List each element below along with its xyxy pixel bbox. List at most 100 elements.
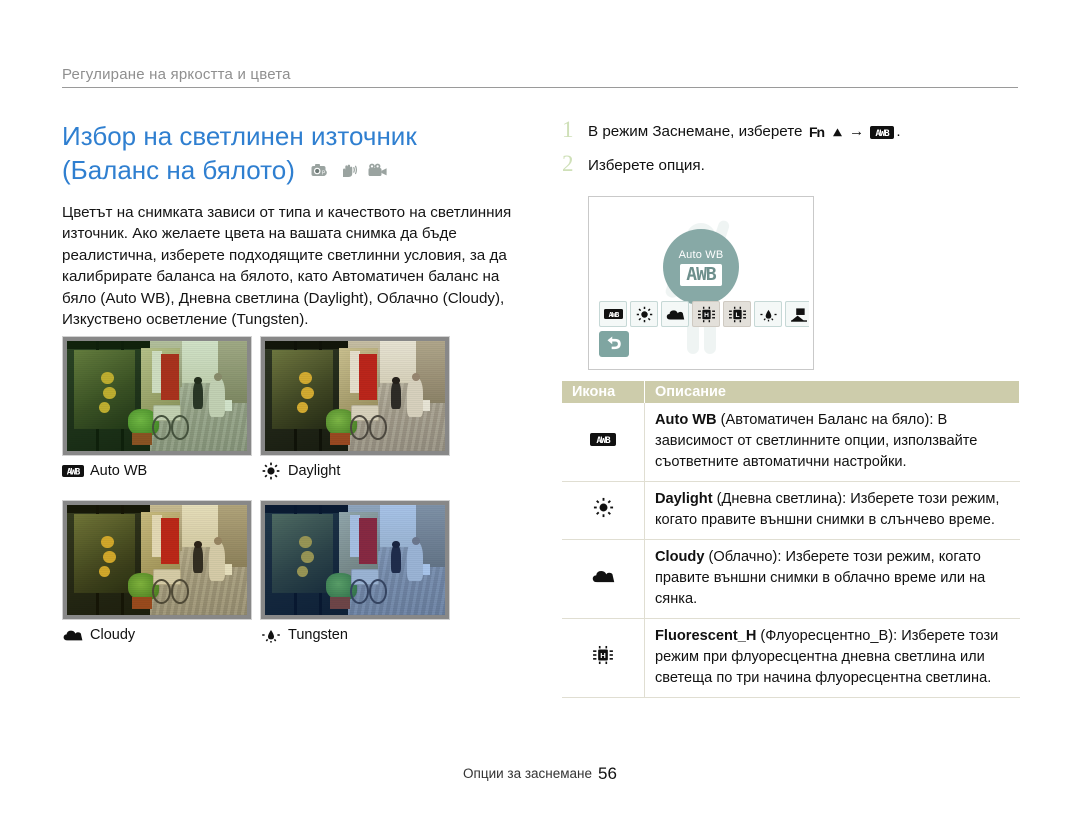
svg-text:Fn: Fn [809,125,825,139]
step-arrow: → [848,123,865,140]
table-row: Cloudy (Облачно): Изберете този режим, к… [562,539,1020,619]
tungsten-icon [759,309,777,321]
sample-photo-auto-wb: AWB Auto WB [62,336,252,481]
manual-page: Регулиране на яркостта и цвета Избор на … [0,0,1080,815]
term-rest: (Облачно): Изберете този режим, когато [704,549,981,565]
term-bold: Auto WB [655,412,717,428]
page-footer: Опции за заснемане 56 [0,764,1080,784]
sample-photo-daylight: Daylight [260,336,450,481]
sample-caption-text: Daylight [288,463,341,479]
table-row: H Fluorescent_H (Флуоресцентно_В): Избер… [562,618,1020,698]
wb-option-fluorescent-h[interactable]: H [692,301,720,327]
svg-text:H: H [600,650,606,659]
table-header-description: Описание [644,381,1020,403]
table-cell-description: Auto WB (Автоматичен Баланс на бяло): В … [644,403,1020,482]
svg-text:AWB: AWB [608,311,618,319]
term-rest: (Дневна светлина): Изберете този [712,491,948,507]
step-text: В режим Заснемане, изберете Fn → AWB . [588,120,901,145]
back-button[interactable] [599,331,629,357]
table-row: AWB Auto WB (Автоматичен Баланс на бяло)… [562,403,1020,482]
svg-text:AWB: AWB [876,129,891,139]
sample-caption-auto-wb: AWB Auto WB [62,461,252,481]
svg-text:AWB: AWB [67,467,80,477]
awb-badge-label: Auto WB [678,248,724,261]
svg-text:H: H [704,311,709,318]
table-cell-icon: H [562,618,645,698]
step-text: Изберете опция. [588,157,705,174]
running-head-text: Регулиране на яркостта и цвета [62,66,291,83]
right-column: 1 В режим Заснемане, изберете Fn → AWB . [562,117,1022,370]
wb-option-tungsten[interactable] [754,301,782,327]
table-cell-description: Cloudy (Облачно): Изберете този режим, к… [644,539,1020,619]
sun-icon [636,306,652,322]
wb-option-awb[interactable]: AWB [599,301,627,327]
cloud-icon [592,570,615,588]
wb-option-fluorescent-l[interactable]: L [723,301,751,327]
steps-list: 1 В режим Заснемане, изберете Fn → AWB . [562,117,1022,176]
table-cell-description: Daylight (Дневна светлина): Изберете тоз… [644,481,1020,540]
sample-photo-cloudy: Cloudy [62,500,252,645]
wb-option-cloudy[interactable] [661,301,689,327]
table-cell-icon: AWB [562,403,645,482]
tungsten-icon [260,627,282,643]
camera-screen-inner: Auto WB AWB AWB H L [593,201,809,365]
intro-paragraph: Цветът на снимката зависи от типа и каче… [62,204,512,329]
step-number: 2 [562,151,574,176]
wb-option-daylight[interactable] [630,301,658,327]
back-arrow-icon [607,336,621,350]
step-2: 2 Изберете опция. [562,151,1022,176]
camera-p-icon: P [311,163,327,176]
sun-icon [260,462,282,480]
awb-badge-code: AWB [680,263,722,286]
term-bold: Cloudy [655,549,705,565]
sample-caption-cloudy: Cloudy [62,625,252,645]
awb-icon: AWB [603,309,623,319]
video-camera-icon [368,163,387,176]
step-number: 1 [562,117,574,142]
step-text-post: . [896,123,901,140]
svg-text:AWB: AWB [596,436,611,446]
step-1: 1 В режим Заснемане, изберете Fn → AWB . [562,117,1022,145]
table-cell-icon [562,539,645,619]
table-row: Daylight (Дневна светлина): Изберете тоз… [562,481,1020,540]
awb-badge: Auto WB AWB [663,229,739,305]
fn-up-icon: Fn [809,124,843,145]
running-head-rule [62,87,1018,88]
sample-caption-tungsten: Tungsten [260,625,450,645]
icon-description-table: Икона Описание AWB Auto WB (Автоматичен … [562,381,1020,698]
hand-shake-icon [343,164,358,177]
awb-icon: AWB [590,432,616,450]
awb-icon: AWB [62,463,84,479]
left-column: Избор на светлинен източник (Баланс на б… [62,120,562,330]
custom-wb-icon [790,307,807,322]
page-title-line1: Избор на светлинен източник [62,121,417,151]
step-text-pre: В режим Заснемане, изберете [588,123,803,140]
fluorescent-h-icon: H [592,645,614,669]
mode-icons: P [311,152,390,184]
page-title: Избор на светлинен източник (Баланс на б… [62,120,562,186]
page-title-line2: (Баланс на бялото) [62,155,295,185]
footer-page-number: 56 [598,764,617,783]
term-desc: правите външни снимки в облачно време ил… [655,570,986,607]
footer-section-text: Опции за заснемане [463,766,593,781]
sample-caption-text: Auto WB [90,463,148,479]
table-header-row: Икона Описание [562,381,1020,403]
sun-icon [593,497,614,522]
wb-option-custom[interactable] [785,301,809,327]
term-rest: (Автоматичен Баланс на бяло): [716,412,934,428]
sample-caption-text: Cloudy [90,627,136,643]
svg-text:L: L [735,311,739,318]
term-rest: (Флуоресцентно_В): Изберете [756,628,965,644]
cloud-icon [666,309,684,320]
fluorescent-l-icon: L [728,306,746,322]
camera-screen-mock: Auto WB AWB AWB H L [588,196,814,370]
term-bold: Daylight [655,491,713,507]
cloud-icon [62,627,84,643]
fluorescent-h-icon: H [697,306,715,322]
wb-option-row[interactable]: AWB H L [599,301,809,327]
table-header-icon: Икона [562,381,645,403]
running-head: Регулиране на яркостта и цвета [62,66,1018,88]
awb-icon: AWB [870,125,895,145]
sample-caption-text: Tungsten [288,627,348,643]
table-cell-description: Fluorescent_H (Флуоресцентно_В): Изберет… [644,618,1020,698]
